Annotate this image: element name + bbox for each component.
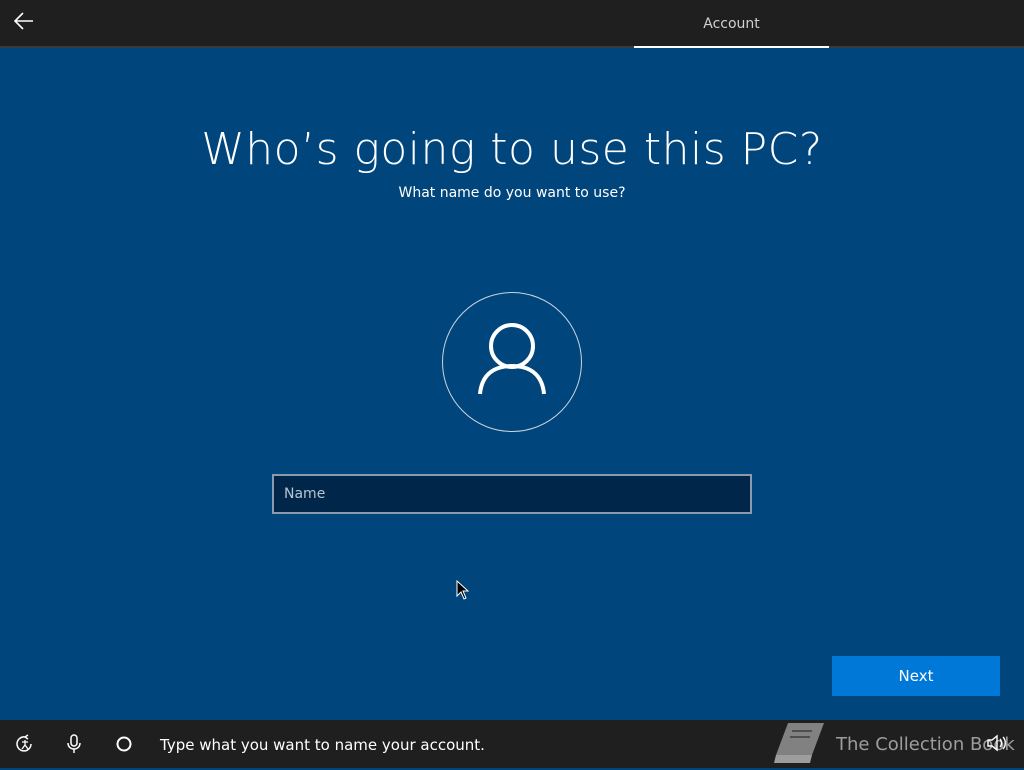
avatar (442, 292, 582, 432)
ease-of-access-icon[interactable] (13, 732, 37, 756)
tab-account[interactable]: Account (634, 2, 829, 48)
top-bar: Account (0, 0, 1024, 48)
page-subtitle: What name do you want to use? (398, 185, 626, 201)
microphone-icon[interactable] (62, 732, 86, 756)
bottom-bar: Type what you want to name your account.… (0, 720, 1024, 768)
hint-text: Type what you want to name your account. (160, 736, 485, 754)
cortana-circle-icon[interactable] (112, 732, 136, 756)
next-button[interactable]: Next (832, 656, 1000, 696)
name-input[interactable] (272, 474, 752, 514)
arrow-left-icon (13, 12, 34, 34)
mouse-cursor-icon (456, 579, 470, 604)
user-icon (477, 322, 547, 402)
watermark: The Collection Book (772, 720, 1015, 768)
volume-icon[interactable] (986, 732, 1008, 758)
book-icon (772, 719, 826, 770)
back-button[interactable] (8, 7, 40, 39)
page-title: Who’s going to use this PC? (201, 124, 823, 175)
